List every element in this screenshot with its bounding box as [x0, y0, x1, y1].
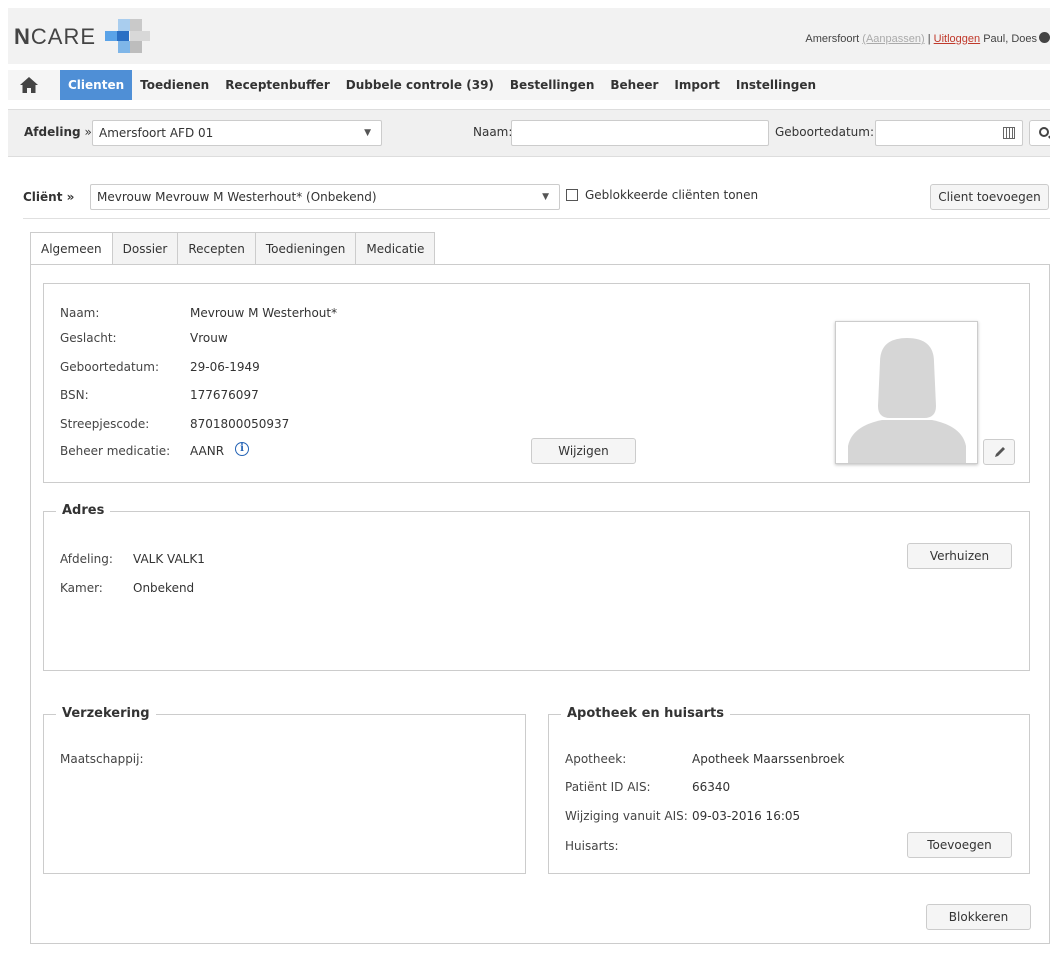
field-label: Streepjescode:: [60, 417, 150, 431]
home-icon[interactable]: [20, 77, 38, 93]
field-label: BSN:: [60, 388, 89, 402]
geboortedatum-label: Geboortedatum:: [775, 125, 875, 139]
avatar-placeholder-icon: [848, 338, 966, 463]
kamer-value: Onbekend: [133, 581, 195, 595]
calendar-icon[interactable]: [1003, 127, 1015, 139]
chevron-down-icon: ▼: [542, 192, 549, 202]
geboortedatum-input[interactable]: [875, 120, 1023, 146]
nav-receptenbuffer[interactable]: Receptenbuffer: [217, 70, 338, 100]
nav-bestellingen[interactable]: Bestellingen: [502, 70, 602, 100]
nav-import[interactable]: Import: [666, 70, 727, 100]
user-bar: Amersfoort (Aanpassen) | Uitloggen Paul,…: [805, 32, 1050, 45]
client-select[interactable]: Mevrouw Mevrouw M Westerhout* (Onbekend)…: [90, 184, 560, 210]
apotheek-label: Apotheek:: [565, 752, 627, 766]
birthdate-value: 29-06-1949: [190, 360, 260, 374]
kamer-field-label: Kamer:: [60, 581, 103, 595]
patient-id-label: Patiënt ID AIS:: [565, 780, 651, 794]
naam-label: Naam:: [473, 125, 513, 139]
name-value: Mevrouw M Westerhout*: [190, 306, 338, 320]
tab-medicatie[interactable]: Medicatie: [356, 232, 436, 265]
app-logo: NCARE: [14, 24, 97, 49]
afdeling-field-label: Afdeling:: [60, 552, 113, 566]
pencil-icon: [995, 447, 1005, 457]
tab-algemeen[interactable]: Algemeen: [30, 232, 113, 265]
search-button[interactable]: [1029, 120, 1050, 146]
field-label: Beheer medicatie:: [60, 444, 171, 458]
gender-value: Vrouw: [190, 331, 228, 345]
separator: |: [927, 33, 931, 45]
afdeling-select-value: Amersfoort AFD 01: [99, 126, 214, 140]
nav-dubbele-controle[interactable]: Dubbele controle (39): [338, 70, 502, 100]
tab-dossier[interactable]: Dossier: [112, 232, 179, 265]
edit-photo-button[interactable]: [983, 439, 1015, 465]
client-select-value: Mevrouw Mevrouw M Westerhout* (Onbekend): [97, 190, 377, 204]
insurance-box: Verzekering: [43, 706, 526, 874]
divider: [23, 218, 1050, 219]
pharmacy-title: Apotheek en huisarts: [561, 706, 731, 721]
insurance-title: Verzekering: [56, 706, 156, 721]
chevron-down-icon: ▼: [364, 128, 371, 138]
add-client-button[interactable]: Client toevoegen: [930, 184, 1049, 210]
tab-toedieningen[interactable]: Toedieningen: [255, 232, 357, 265]
nav-instellingen[interactable]: Instellingen: [728, 70, 824, 100]
afdeling-select[interactable]: Amersfoort AFD 01 ▼: [92, 120, 382, 146]
barcode-value: 8701800050937: [190, 417, 290, 431]
gear-icon[interactable]: [1039, 32, 1050, 43]
wijziging-value: 09-03-2016 16:05: [692, 809, 801, 823]
client-tabs: Algemeen Dossier Recepten Toedieningen M…: [30, 232, 436, 265]
naam-input[interactable]: [511, 120, 769, 146]
medication-management-value: AANR: [190, 444, 225, 458]
block-client-button[interactable]: Blokkeren: [926, 904, 1031, 930]
afdeling-value: VALK VALK1: [133, 552, 205, 566]
edit-button[interactable]: Wijzigen: [531, 438, 636, 464]
field-label: Naam:: [60, 306, 100, 320]
logo-cross-icon: [105, 19, 150, 53]
field-label: Geboortedatum:: [60, 360, 160, 374]
nav-beheer[interactable]: Beheer: [602, 70, 666, 100]
page: NCARE Amersfoort (Aanpassen) | Uitloggen…: [8, 8, 1050, 954]
patient-id-value: 66340: [692, 780, 731, 794]
wijziging-label: Wijziging vanuit AIS:: [565, 809, 688, 823]
maatschappij-label: Maatschappij:: [60, 752, 144, 766]
filter-bar: Afdeling » Amersfoort AFD 01 ▼ Naam: Geb…: [8, 109, 1050, 157]
address-title: Adres: [56, 503, 111, 518]
app-header: NCARE Amersfoort (Aanpassen) | Uitloggen…: [8, 8, 1050, 64]
blocked-clients-checkbox[interactable]: [566, 189, 578, 201]
add-huisarts-button[interactable]: Toevoegen: [907, 832, 1012, 858]
search-icon: [1039, 127, 1049, 137]
client-label: Cliënt »: [23, 190, 75, 204]
location-text: Amersfoort: [805, 33, 860, 45]
apotheek-value: Apotheek Maarssenbroek: [692, 752, 845, 766]
main-nav: Clienten Toedienen Receptenbuffer Dubbel…: [8, 70, 1050, 100]
bsn-value: 177676097: [190, 388, 259, 402]
field-label: Geslacht:: [60, 331, 117, 345]
nav-clienten[interactable]: Clienten: [60, 70, 133, 100]
adjust-location-link[interactable]: (Aanpassen): [862, 33, 924, 45]
nav-toedienen[interactable]: Toedienen: [132, 70, 217, 100]
afdeling-label: Afdeling »: [24, 125, 92, 139]
tab-recepten[interactable]: Recepten: [178, 232, 256, 265]
blocked-clients-label: Geblokkeerde cliënten tonen: [585, 188, 759, 202]
client-photo: [835, 321, 978, 464]
info-icon[interactable]: i: [235, 442, 249, 456]
logout-link[interactable]: Uitloggen: [934, 33, 980, 45]
huisarts-label: Huisarts:: [565, 839, 619, 853]
move-button[interactable]: Verhuizen: [907, 543, 1012, 569]
user-name: Paul, Does: [983, 33, 1037, 45]
